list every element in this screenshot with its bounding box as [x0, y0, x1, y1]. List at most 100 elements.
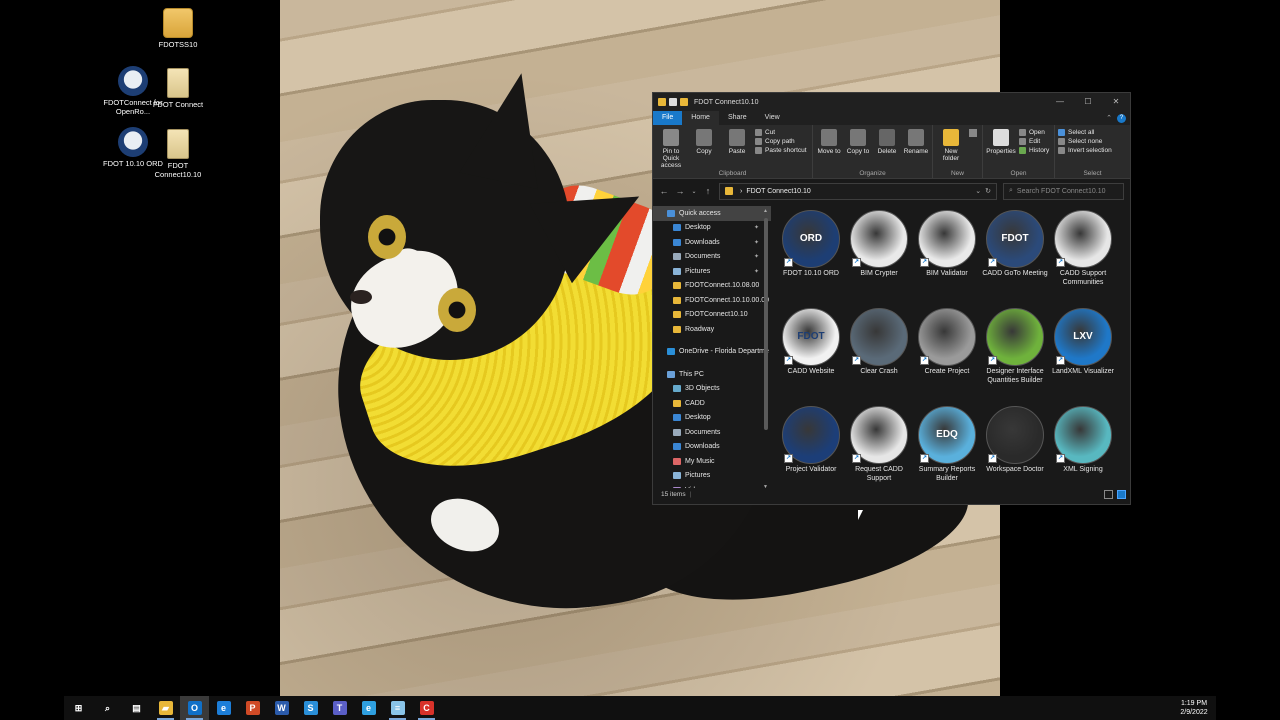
search-box[interactable]: ⌕ Search FDOT Connect10.10 — [1003, 182, 1124, 200]
back-arrow-icon[interactable]: ← — [659, 186, 669, 196]
nav-item[interactable]: OneDrive - Florida Departme — [653, 345, 771, 360]
taskbar-notepad-button[interactable]: ≡ — [383, 696, 412, 720]
shortcut-arrow-icon: ↗ — [784, 258, 793, 267]
taskbar-word-button[interactable]: W — [267, 696, 296, 720]
nav-item[interactable]: FDOTConnect10.10 — [653, 308, 771, 323]
file-item-label: XML Signing — [1063, 466, 1103, 473]
file-item[interactable]: ↗ Project Validator — [777, 406, 845, 504]
history-button[interactable]: History — [1019, 147, 1049, 154]
desktop-icon-fdot-connect[interactable]: FDOT Connect — [146, 68, 210, 109]
downloads-icon — [673, 443, 681, 451]
file-item[interactable]: ↗ CADD Support Communities — [1049, 210, 1117, 308]
file-item-label: Request CADD Support — [855, 466, 903, 482]
taskbar-internet-explorer-button[interactable]: e — [354, 696, 383, 720]
file-item[interactable]: ↗ BIM Crypter — [845, 210, 913, 308]
nav-item[interactable]: Desktop — [653, 411, 771, 426]
desktop-icon-fdot-connect1010[interactable]: FDOT Connect10.10 — [146, 129, 210, 179]
nav-item[interactable]: Pictures — [653, 469, 771, 484]
nav-item[interactable]: Desktop ✦ — [653, 221, 771, 236]
recent-locations-icon[interactable]: ⌄ — [691, 188, 697, 195]
file-item-label: LandXML Visualizer — [1052, 368, 1114, 375]
app-shortcut-icon: ↗ — [1054, 406, 1112, 464]
file-item[interactable]: ↗ BIM Validator — [913, 210, 981, 308]
file-item[interactable]: ↗ Create Project — [913, 308, 981, 406]
taskbar-teams-button[interactable]: T — [325, 696, 354, 720]
nav-item[interactable]: My Music — [653, 454, 771, 469]
file-item[interactable]: ↗ Request CADD Support — [845, 406, 913, 504]
nav-item[interactable]: FDOTConnect.10.08.00 — [653, 279, 771, 294]
select-all-button[interactable]: Select all — [1058, 129, 1112, 136]
nav-item[interactable]: Quick access — [653, 206, 771, 221]
clock-time: 1:19 PM — [1180, 700, 1208, 707]
properties-icon[interactable] — [669, 98, 677, 106]
copy-path-button[interactable]: Copy path — [755, 138, 807, 145]
collapse-ribbon-icon[interactable]: ⌃ — [1106, 114, 1112, 122]
nav-item[interactable]: Pictures ✦ — [653, 264, 771, 279]
forward-arrow-icon[interactable]: → — [675, 186, 685, 196]
tab-share[interactable]: Share — [719, 111, 756, 125]
file-item[interactable]: LXV ↗ LandXML Visualizer — [1049, 308, 1117, 406]
desktop-icon-fdotss10[interactable]: FDOTSS10 — [146, 8, 210, 49]
taskbar-search-button[interactable]: ⌕ — [93, 696, 122, 720]
taskbar-skype-button[interactable]: S — [296, 696, 325, 720]
nav-item[interactable]: CADD — [653, 396, 771, 411]
new-folder-icon[interactable] — [680, 98, 688, 106]
nav-item[interactable]: Downloads — [653, 440, 771, 455]
videos-icon — [673, 486, 681, 488]
tab-view[interactable]: View — [756, 111, 789, 125]
new-item-icon[interactable] — [969, 129, 977, 137]
search-input[interactable]: Search FDOT Connect10.10 — [1017, 188, 1106, 195]
file-item[interactable]: ↗ XML Signing — [1049, 406, 1117, 504]
app-shortcut-icon: EDQ ↗ — [918, 406, 976, 464]
nav-item[interactable]: FDOTConnect.10.10.00.00 — [653, 293, 771, 308]
nav-item[interactable]: Documents ✦ — [653, 250, 771, 265]
file-item[interactable]: EDQ ↗ Summary Reports Builder — [913, 406, 981, 504]
refresh-icon[interactable]: ↻ — [985, 187, 991, 195]
taskbar-start-button[interactable]: ⊞ — [64, 696, 93, 720]
window-titlebar[interactable]: FDOT Connect10.10 — ☐ ✕ — [653, 93, 1130, 111]
large-icons-view-icon[interactable] — [1117, 489, 1126, 499]
taskbar-outlook-button[interactable]: O — [180, 696, 209, 720]
paste-shortcut-button[interactable]: Paste shortcut — [755, 147, 807, 154]
file-item[interactable]: FDOT ↗ CADD Website — [777, 308, 845, 406]
nav-item[interactable]: Downloads ✦ — [653, 235, 771, 250]
nav-item[interactable]: Roadway — [653, 322, 771, 337]
nav-item[interactable]: This PC — [653, 367, 771, 382]
quick-icon — [667, 209, 675, 217]
file-item[interactable]: ↗ Workspace Doctor — [981, 406, 1049, 504]
taskbar-edge-legacy-button[interactable]: e — [209, 696, 238, 720]
system-clock[interactable]: 1:19 PM 2/9/2022 — [1172, 699, 1216, 717]
select-none-button[interactable]: Select none — [1058, 138, 1112, 145]
file-item[interactable]: ↗ Designer Interface Quantities Builder — [981, 308, 1049, 406]
folder-icon — [658, 98, 666, 106]
chevron-down-icon[interactable]: ⌄ — [975, 187, 981, 195]
document-icon — [167, 68, 189, 98]
taskbar-powerpoint-button[interactable]: P — [238, 696, 267, 720]
tab-file[interactable]: File — [653, 111, 683, 125]
select-all-icon — [1058, 129, 1065, 136]
open-button[interactable]: Open — [1019, 129, 1049, 136]
tab-home[interactable]: Home — [682, 111, 719, 125]
file-item[interactable]: ↗ Clear Crash — [845, 308, 913, 406]
invert-selection-button[interactable]: Invert selection — [1058, 147, 1112, 154]
taskbar-file-explorer-button[interactable]: ▰ — [151, 696, 180, 720]
nav-item[interactable]: Documents — [653, 425, 771, 440]
nav-item[interactable]: Videos — [653, 483, 771, 488]
edit-button[interactable]: Edit — [1019, 138, 1049, 145]
up-arrow-icon[interactable]: ↑ — [703, 186, 713, 196]
nav-item[interactable]: 3D Objects — [653, 382, 771, 397]
file-item[interactable]: ORD ↗ FDOT 10.10 ORD — [777, 210, 845, 308]
help-icon[interactable]: ? — [1117, 113, 1126, 123]
file-item[interactable]: FDOT ↗ CADD GoTo Meeting — [981, 210, 1049, 308]
breadcrumb[interactable]: FDOT Connect10.10 — [746, 188, 810, 195]
taskbar-recorder-button[interactable]: C — [412, 696, 441, 720]
navigation-scrollbar[interactable]: ▲ ▼ — [763, 208, 769, 488]
pin-icon — [663, 129, 679, 146]
maximize-button[interactable]: ☐ — [1074, 93, 1102, 111]
ord-app-icon — [118, 66, 148, 96]
address-bar[interactable]: › FDOT Connect10.10 ⌄ ↻ — [719, 182, 997, 200]
taskbar-task-view-button[interactable]: ▤ — [122, 696, 151, 720]
minimize-button[interactable]: — — [1046, 93, 1074, 111]
cut-button[interactable]: Cut — [755, 129, 807, 136]
close-button[interactable]: ✕ — [1102, 93, 1130, 111]
